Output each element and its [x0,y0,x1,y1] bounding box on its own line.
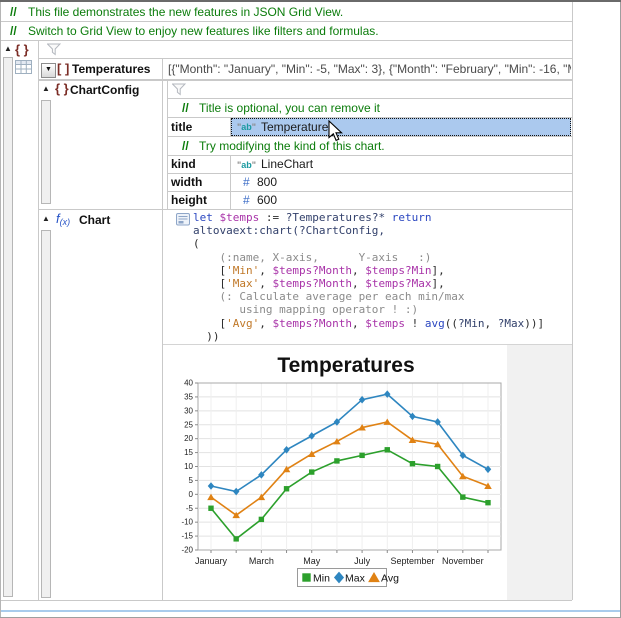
svg-text:-5: -5 [186,504,194,513]
title-comment-row[interactable]: // Title is optional, you can remove it [167,99,572,118]
string-type-icon: ab [237,122,256,132]
root-object-label[interactable]: { } [15,42,29,57]
title-value[interactable]: Temperatures [261,120,334,134]
svg-text:-20: -20 [181,546,193,555]
title-key[interactable]: title [171,120,192,134]
svg-text:Avg: Avg [381,573,399,585]
comment-text: This file demonstrates the new features … [28,5,343,19]
width-key[interactable]: width [171,175,202,189]
svg-text:September: September [390,556,434,566]
temperatures-row[interactable]: ▼ [ ] Temperatures [{"Month": "January",… [39,59,572,80]
document-comment-row-2[interactable]: // Switch to Grid View to enjoy new feat… [1,22,572,41]
svg-text:-10: -10 [181,518,193,527]
object-type-label: { } [55,81,69,96]
number-type-icon: # [243,193,250,207]
cell-divider [230,192,231,209]
grid-bottom-border [1,600,572,601]
formula-editor-icon[interactable] [176,213,190,226]
width-row[interactable]: width # 800 [167,174,572,192]
chart-image: -20 -15 -10 -5 0 5 10 15 20 25 30 35 40 January March M… [163,345,508,600]
kind-value[interactable]: LineChart [261,157,313,171]
svg-text:0: 0 [189,490,194,499]
comment-marker: // [182,139,189,153]
svg-text:-15: -15 [181,532,193,541]
svg-text:25: 25 [184,420,193,429]
svg-text:10: 10 [184,462,193,471]
cell-divider [230,174,231,191]
bottom-accent-line [1,610,620,612]
title-row[interactable]: title ab Temperatures [167,118,572,137]
kind-comment-row[interactable]: // Try modifying the kind of this chart. [167,137,572,156]
mouse-cursor [328,120,345,143]
height-row[interactable]: height # 600 [167,192,572,209]
svg-text:March: March [249,556,274,566]
number-type-icon: # [243,175,250,189]
window-left-border [0,2,1,618]
table-view-icon[interactable] [15,60,32,75]
title-value-cell-selected[interactable]: ab Temperatures [231,118,571,136]
svg-text:November: November [442,556,484,566]
chart-cell-filler [507,345,572,600]
svg-text:15: 15 [184,448,193,457]
temperatures-value-preview[interactable]: [{"Month": "January", "Min": -5, "Max": … [168,62,571,76]
chart-key[interactable]: Chart [79,213,110,227]
chartconfig-collapse-icon[interactable]: ▲ [42,85,50,93]
cell-divider [230,156,231,173]
temperatures-dropdown-button[interactable]: ▼ [41,63,56,78]
grid-right-border [572,2,573,600]
row-divider [39,209,572,210]
temperatures-key[interactable]: Temperatures [72,62,150,76]
filter-icon[interactable] [47,43,61,56]
svg-text:Max: Max [345,573,366,585]
column-divider [38,40,39,600]
svg-text:35: 35 [184,392,193,401]
comment-marker: // [10,5,17,19]
svg-text:Min: Min [313,573,330,585]
root-filter-row[interactable] [39,40,572,59]
height-key[interactable]: height [171,193,207,207]
svg-text:Temperatures: Temperatures [277,354,414,377]
root-collapse-icon[interactable]: ▲ [4,45,12,53]
svg-text:July: July [354,556,371,566]
comment-marker: // [182,101,189,115]
document-comment-row-1[interactable]: // This file demonstrates the new featur… [1,2,572,22]
svg-text:January: January [195,556,228,566]
formula-cell[interactable]: let $temps := ?Temperatures?* returnalto… [193,211,571,343]
kind-row[interactable]: kind ab LineChart [167,156,572,174]
svg-text:20: 20 [184,434,193,443]
height-value[interactable]: 600 [257,193,277,207]
svg-text:5: 5 [189,476,194,485]
svg-text:30: 30 [184,406,193,415]
filter-icon[interactable] [172,83,186,96]
comment-text: Switch to Grid View to enjoy new feature… [28,24,379,38]
svg-text:May: May [303,556,321,566]
formula-fx-icon: f(x) [56,211,70,227]
json-grid-view-window: // This file demonstrates the new featur… [0,0,621,618]
comment-text: Try modifying the kind of this chart. [199,139,385,153]
string-type-icon: ab [237,160,256,170]
svg-text:40: 40 [184,379,193,388]
chartconfig-key[interactable]: ChartConfig [70,83,139,97]
chart-collapse-icon[interactable]: ▲ [42,215,50,223]
comment-text: Title is optional, you can remove it [199,101,380,115]
array-type-label: [ ] [57,61,69,76]
chartconfig-filter-row[interactable] [167,81,572,99]
kind-key[interactable]: kind [171,157,196,171]
chartconfig-span-bar[interactable] [41,100,51,204]
root-span-bar[interactable] [3,57,13,597]
chart-span-bar[interactable] [41,230,51,598]
width-value[interactable]: 800 [257,175,277,189]
comment-marker: // [10,24,17,38]
